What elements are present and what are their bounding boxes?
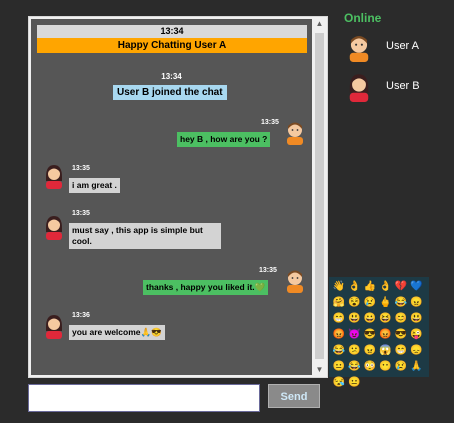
scroll-thumb[interactable] <box>315 33 324 359</box>
female-avatar-icon <box>349 74 369 102</box>
emoji-option[interactable]: 😊 <box>393 311 409 327</box>
emoji-option[interactable]: 😠 <box>409 295 425 311</box>
emoji-option[interactable]: 😐 <box>331 359 347 375</box>
message-time: 13:36 <box>72 312 90 319</box>
chat-history[interactable]: 13:34 Happy Chatting User A 13:34 User B… <box>31 19 312 375</box>
online-title: Online <box>344 11 382 25</box>
emoji-option[interactable]: 😜 <box>409 327 425 343</box>
male-avatar-icon <box>349 36 369 62</box>
message-time: 13:35 <box>261 119 279 126</box>
emoji-option[interactable]: 😀 <box>362 311 378 327</box>
message-time: 13:35 <box>72 165 90 172</box>
emoji-option[interactable]: 😁 <box>331 311 347 327</box>
emoji-option[interactable]: 😶 <box>378 359 394 375</box>
emoji-option[interactable]: 😃 <box>409 311 425 327</box>
emoji-option[interactable]: 😂 <box>347 359 363 375</box>
emoji-option[interactable]: 😪 <box>331 375 347 391</box>
male-avatar-icon <box>287 122 303 145</box>
emoji-option[interactable]: 🙏 <box>409 359 425 375</box>
chat-window: 13:34 Happy Chatting User A 13:34 User B… <box>28 16 328 378</box>
emoji-option[interactable]: 😳 <box>362 359 378 375</box>
user-item-b[interactable]: User B <box>346 72 446 102</box>
emoji-option[interactable]: 😆 <box>378 311 394 327</box>
message-bubble-received: must say , this app is simple but cool. <box>69 223 221 249</box>
emoji-option[interactable]: 😁 <box>393 343 409 359</box>
heart-emoji-icon: 💚 <box>254 282 266 292</box>
emoji-option[interactable]: 😐 <box>347 375 363 391</box>
emoji-option[interactable]: 😈 <box>347 327 363 343</box>
scroll-up-icon[interactable]: ▲ <box>312 17 327 31</box>
female-avatar-icon <box>46 315 62 339</box>
emoji-option[interactable]: 👋 <box>331 279 347 295</box>
emoji-option[interactable]: 😂 <box>331 343 347 359</box>
join-notice: User B joined the chat <box>113 85 227 100</box>
male-avatar-icon <box>287 270 303 293</box>
message-line: cool. <box>72 236 92 246</box>
user-item-a[interactable]: User A <box>346 32 446 62</box>
user-name: User A <box>386 40 420 52</box>
emoji-option[interactable]: 😠 <box>362 343 378 359</box>
header-greeting: Happy Chatting User A <box>37 38 307 53</box>
message-text: thanks , happy you liked it. <box>146 282 255 292</box>
emoji-option[interactable]: 😵 <box>347 295 363 311</box>
message-bubble-sent: thanks , happy you liked it.💚 <box>143 280 269 295</box>
message-input[interactable] <box>28 384 260 412</box>
message-text: you are welcome <box>72 327 141 337</box>
emoji-option[interactable]: 😃 <box>347 311 363 327</box>
emoji-option[interactable]: 💙 <box>409 279 425 295</box>
message-bubble-sent: hey B , how are you ? <box>177 132 271 147</box>
emoji-option[interactable]: 😕 <box>347 343 363 359</box>
emoji-option[interactable]: 🖕 <box>378 295 394 311</box>
female-avatar-icon <box>46 165 62 189</box>
message-line: must say , this app is simple but <box>72 225 203 235</box>
emoji-option[interactable]: 😎 <box>362 327 378 343</box>
chat-scrollbar[interactable]: ▲ ▼ <box>312 17 327 377</box>
female-avatar-icon <box>46 216 62 240</box>
emoji-picker: 👋 👌 👍 👌 💔 💙 🤗 😵 😢 🖕 😂 😠 😁 😃 😀 😆 😊 😃 😡 😈 😎 😡 😎 😜 😂 😕 😠 😱 😁 😞 😐 😂 😳 😶 😢 🙏 😪 😐 <box>329 277 429 388</box>
emoji-option[interactable]: 😡 <box>378 327 394 343</box>
emoji-option[interactable]: 💔 <box>393 279 409 295</box>
message-bubble-received: you are welcome🙏😎 <box>69 325 165 340</box>
scroll-down-icon[interactable]: ▼ <box>312 363 327 377</box>
emoji-option[interactable]: 👌 <box>347 279 363 295</box>
emoji-option[interactable]: 🤗 <box>331 295 347 311</box>
emoji-option[interactable]: 😢 <box>362 295 378 311</box>
emoji-option[interactable]: 😡 <box>331 327 347 343</box>
emoji-option[interactable]: 👌 <box>378 279 394 295</box>
system-time: 13:34 <box>161 72 182 81</box>
send-button[interactable]: Send <box>268 384 320 408</box>
message-time: 13:35 <box>72 210 90 217</box>
emoji-option[interactable]: 👍 <box>362 279 378 295</box>
emoji-option[interactable]: 😱 <box>378 343 394 359</box>
pray-emoji-icon: 🙏😎 <box>140 327 162 337</box>
emoji-option[interactable]: 😂 <box>393 295 409 311</box>
user-name: User B <box>386 80 420 92</box>
emoji-option[interactable]: 😢 <box>393 359 409 375</box>
emoji-option[interactable]: 😞 <box>409 343 425 359</box>
chat-header: 13:34 Happy Chatting User A <box>37 25 307 53</box>
message-time: 13:35 <box>259 267 277 274</box>
emoji-option[interactable]: 😎 <box>393 327 409 343</box>
message-bubble-received: i am great . <box>69 178 120 193</box>
header-time: 13:34 <box>37 25 307 38</box>
